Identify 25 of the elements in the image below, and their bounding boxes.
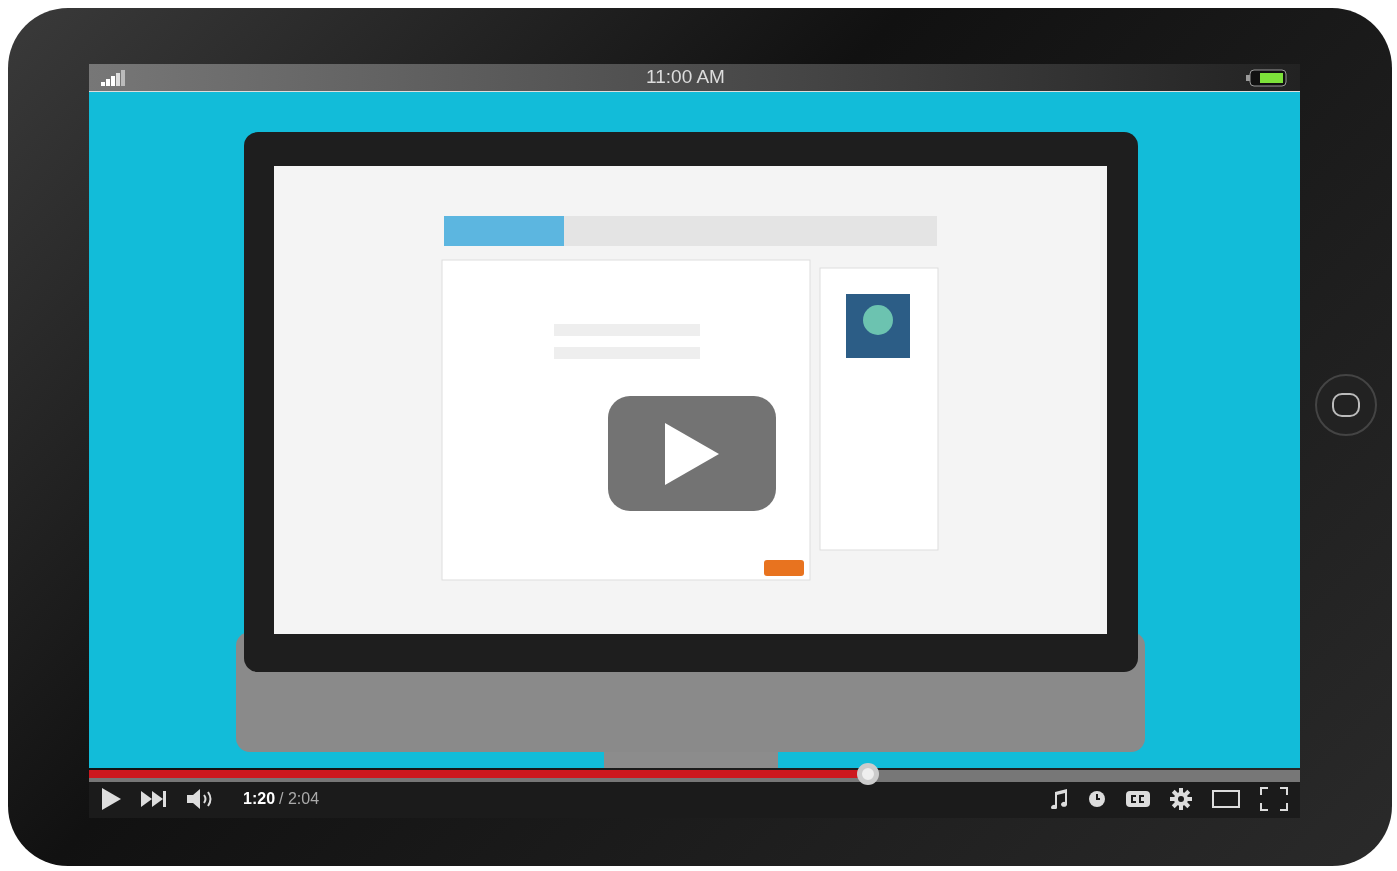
captions-icon xyxy=(1126,791,1150,807)
captions-button[interactable] xyxy=(1126,791,1150,807)
theater-mode-button[interactable] xyxy=(1212,790,1240,808)
current-time: 1:20 xyxy=(243,789,276,809)
next-button[interactable] xyxy=(141,791,167,807)
play-button[interactable] xyxy=(101,788,121,810)
settings-icon xyxy=(1170,788,1192,810)
play-overlay-button[interactable] xyxy=(608,396,776,511)
music-button[interactable] xyxy=(1050,789,1068,809)
status-time: 11:00 AM xyxy=(645,65,726,90)
battery-icon xyxy=(1246,68,1288,87)
fullscreen-button[interactable] xyxy=(1260,787,1288,811)
rectangle-icon xyxy=(1212,790,1240,808)
fullscreen-icon xyxy=(1260,787,1288,811)
next-icon xyxy=(141,791,167,807)
play-icon xyxy=(101,788,121,810)
video-duration: / 2:04 xyxy=(279,789,320,809)
signal-icon xyxy=(101,69,125,86)
progress-track[interactable] xyxy=(89,770,1300,782)
play-icon xyxy=(665,422,719,485)
rounded-square-icon xyxy=(1331,392,1361,418)
watch-later-button[interactable] xyxy=(1088,790,1106,808)
music-note-icon xyxy=(1050,789,1068,809)
settings-button[interactable] xyxy=(1170,788,1192,810)
clock-icon xyxy=(1088,790,1106,808)
